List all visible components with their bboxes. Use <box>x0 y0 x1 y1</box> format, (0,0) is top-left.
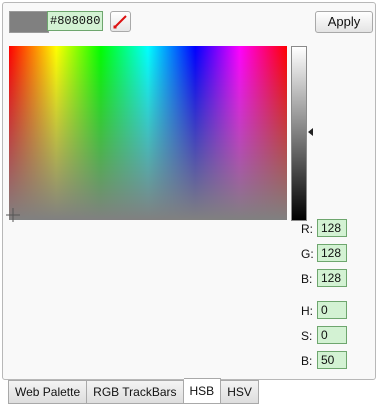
brightness-value-field[interactable]: 50 <box>317 351 347 369</box>
color-picker-panel: #808080 Apply R: 128 G: 128 B: 128 H: 0 … <box>2 2 376 380</box>
g-label: G: <box>301 247 314 261</box>
h-value-field[interactable]: 0 <box>317 301 347 319</box>
tab-rgb-trackbars[interactable]: RGB TrackBars <box>87 380 184 404</box>
s-value-field[interactable]: 0 <box>317 326 347 344</box>
b-value-field[interactable]: 128 <box>317 269 347 287</box>
g-value-field[interactable]: 128 <box>317 244 347 262</box>
brightness-label: B: <box>301 354 313 368</box>
slider-pointer-icon[interactable] <box>308 128 313 136</box>
no-color-button[interactable] <box>110 11 131 32</box>
apply-button[interactable]: Apply <box>315 11 373 33</box>
r-label: R: <box>301 222 313 236</box>
picker-mode-tabs: Web Palette RGB TrackBars HSB HSV <box>8 378 259 404</box>
h-label: H: <box>301 304 313 318</box>
crosshair-icon[interactable] <box>6 208 20 222</box>
hex-color-input[interactable]: #808080 <box>47 11 103 31</box>
no-color-slash-icon <box>113 15 127 29</box>
b-label: B: <box>301 272 313 286</box>
s-label: S: <box>301 329 313 343</box>
current-color-swatch <box>9 11 49 33</box>
hue-saturation-field[interactable] <box>9 46 287 220</box>
brightness-slider[interactable] <box>291 46 307 221</box>
tab-web-palette[interactable]: Web Palette <box>8 380 88 404</box>
tab-hsv[interactable]: HSV <box>221 380 259 404</box>
r-value-field[interactable]: 128 <box>317 219 347 237</box>
tab-hsb[interactable]: HSB <box>183 378 222 404</box>
